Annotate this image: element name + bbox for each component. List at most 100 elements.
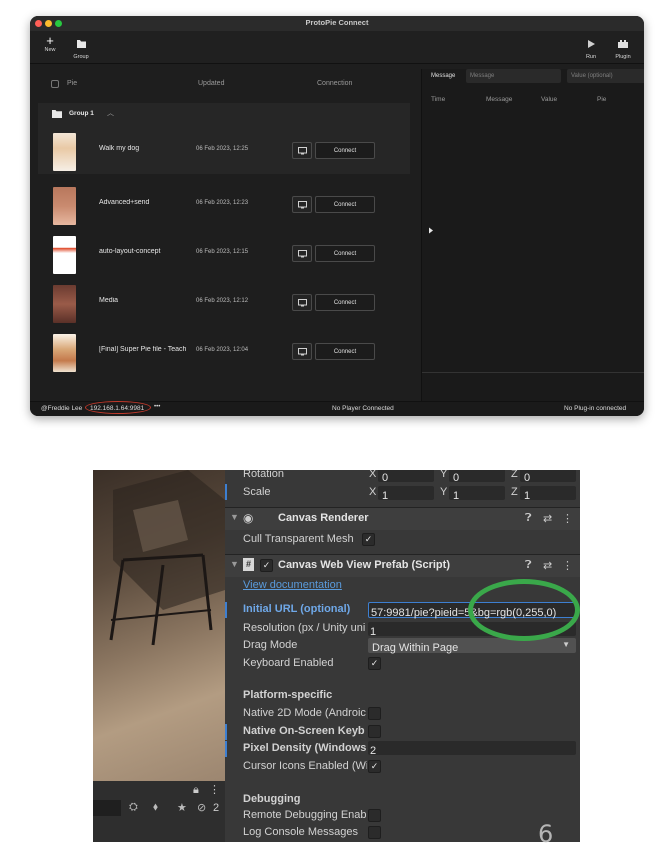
open-player-button[interactable] xyxy=(292,196,312,213)
folder-icon xyxy=(77,40,86,48)
rotation-label: Rotation xyxy=(243,470,284,480)
open-player-button[interactable] xyxy=(292,343,312,360)
platform-specific-header: Platform-specific xyxy=(243,689,333,701)
open-player-button[interactable] xyxy=(292,294,312,311)
message-input[interactable]: Message xyxy=(466,69,561,83)
star-icon[interactable]: ★ xyxy=(177,801,187,814)
preset-icon[interactable]: ⇄ xyxy=(543,512,552,525)
scale-y-field[interactable]: 1 xyxy=(449,486,505,502)
open-player-button[interactable] xyxy=(292,142,312,159)
help-icon[interactable]: ❓︎ xyxy=(525,512,532,525)
lock-icon[interactable]: 🔒︎ xyxy=(193,784,199,797)
log-console-label: Log Console Messages xyxy=(243,826,358,838)
connect-button[interactable]: Connect xyxy=(315,245,375,262)
drag-mode-dropdown[interactable]: Drag Within Page ▼ xyxy=(368,638,576,654)
rotation-z-label: Z xyxy=(511,470,518,480)
connect-button[interactable]: Connect xyxy=(315,294,375,311)
modified-marker xyxy=(225,741,227,757)
chevron-up-icon[interactable]: ︿ xyxy=(107,108,114,118)
view-documentation-link[interactable]: View documentation xyxy=(243,579,342,591)
pie-updated: 06 Feb 2023, 12:04 xyxy=(196,347,249,353)
user-name: @Freddie Lee xyxy=(41,405,83,412)
monitor-icon xyxy=(297,298,307,306)
help-icon[interactable]: ❓︎ xyxy=(525,559,532,572)
column-updated[interactable]: Updated xyxy=(198,80,224,87)
kebab-menu-icon[interactable]: ⋮ xyxy=(209,783,220,796)
initial-url-label: Initial URL (optional) xyxy=(243,603,351,615)
pie-name: auto-layout-concept xyxy=(99,248,161,255)
pie-name: Walk my dog xyxy=(99,145,140,152)
pie-updated: 06 Feb 2023, 12:12 xyxy=(196,298,249,304)
group-button[interactable]: Group xyxy=(69,36,93,60)
connect-button[interactable]: Connect xyxy=(315,142,375,159)
connect-button[interactable]: Connect xyxy=(315,196,375,213)
connect-button[interactable]: Connect xyxy=(315,343,375,360)
rotation-x-field[interactable]: 0 xyxy=(378,470,434,484)
scale-z-label: Z xyxy=(511,486,518,498)
ip-annotation-circle xyxy=(85,401,151,414)
rotation-y-field[interactable]: 0 xyxy=(449,470,505,484)
run-button[interactable]: Run xyxy=(581,36,601,60)
filter-icon[interactable]: ⛭ xyxy=(129,801,138,814)
collapse-arrow-icon[interactable] xyxy=(428,227,434,234)
pixel-density-label: Pixel Density (Windows xyxy=(243,742,367,754)
plugin-button[interactable]: Plugin xyxy=(611,36,635,60)
cursor-icons-label: Cursor Icons Enabled (Wi xyxy=(243,760,367,772)
foldout-arrow-icon[interactable]: ▼ xyxy=(230,512,239,522)
window-title: ProtoPie Connect xyxy=(305,18,369,27)
folder-icon xyxy=(52,110,62,118)
plugin-label: Plugin xyxy=(615,54,631,60)
pie-thumbnail xyxy=(53,133,76,171)
kebab-menu-icon[interactable]: ⋮ xyxy=(562,559,573,572)
eye-icon: ◉ xyxy=(243,511,254,525)
keyboard-enabled-checkbox[interactable]: ✓ xyxy=(368,657,381,670)
divider xyxy=(422,372,644,373)
header-pie: Pie xyxy=(597,96,607,103)
component-enabled-checkbox[interactable]: ✓ xyxy=(260,559,273,572)
modified-marker xyxy=(225,602,227,618)
pie-thumbnail xyxy=(53,334,76,372)
pie-thumbnail xyxy=(53,187,76,225)
cursor-icons-checkbox[interactable]: ✓ xyxy=(368,760,381,773)
column-pie[interactable]: Pie xyxy=(67,80,77,87)
webview-prefab-header[interactable]: ▼ # ✓ Canvas Web View Prefab (Script) ❓︎… xyxy=(225,554,580,577)
group-row[interactable]: Group 1 ︿ xyxy=(38,103,410,125)
foldout-arrow-icon[interactable]: ▼ xyxy=(230,559,239,569)
log-console-checkbox[interactable] xyxy=(368,826,381,839)
plugin-status: No Plug-in connected xyxy=(564,405,627,412)
native-keyboard-checkbox[interactable] xyxy=(368,725,381,738)
kebab-menu-icon[interactable]: ⋮ xyxy=(562,512,573,525)
hidden-icon[interactable]: ⊘ xyxy=(197,801,206,814)
cull-checkbox[interactable]: ✓ xyxy=(362,533,375,546)
url-annotation-circle xyxy=(468,579,580,641)
column-connection: Connection xyxy=(317,80,353,87)
rotation-z-field[interactable]: 0 xyxy=(520,470,576,484)
native-keyboard-label: Native On-Screen Keyb xyxy=(243,725,365,737)
play-icon xyxy=(588,40,595,48)
canvas-renderer-header[interactable]: ▼ ◉ Canvas Renderer ❓︎ ⇄ ⋮ xyxy=(225,507,580,530)
preset-icon[interactable]: ⇄ xyxy=(543,559,552,572)
search-field[interactable] xyxy=(93,800,121,816)
dropdown-arrow-icon: ▼ xyxy=(562,640,570,649)
keyboard-enabled-label: Keyboard Enabled xyxy=(243,657,334,669)
value-input[interactable]: Value (optional) xyxy=(567,69,644,83)
scale-z-field[interactable]: 1 xyxy=(520,486,576,502)
drag-mode-label: Drag Mode xyxy=(243,639,298,651)
open-player-button[interactable] xyxy=(292,245,312,262)
scale-y-label: Y xyxy=(440,486,448,498)
new-button[interactable]: + New xyxy=(39,34,61,53)
pixel-density-field[interactable]: 2 xyxy=(368,741,576,757)
native-2d-checkbox[interactable] xyxy=(368,707,381,720)
monitor-icon xyxy=(297,249,307,257)
group-name: Group 1 xyxy=(69,110,94,117)
select-all-checkbox[interactable] xyxy=(51,80,59,88)
more-icon[interactable]: ••• xyxy=(154,404,160,410)
message-panel: Message Message Value (optional) Time Me… xyxy=(421,69,644,401)
monitor-icon xyxy=(297,200,307,208)
remote-debugging-checkbox[interactable] xyxy=(368,809,381,822)
hidden-count: 2 xyxy=(213,802,220,814)
scale-x-field[interactable]: 1 xyxy=(378,486,434,502)
tag-icon[interactable]: ⬧ xyxy=(153,801,158,814)
scene-view[interactable] xyxy=(93,470,225,781)
protopie-window: ProtoPie Connect + New Group Run Plugin … xyxy=(30,16,644,416)
